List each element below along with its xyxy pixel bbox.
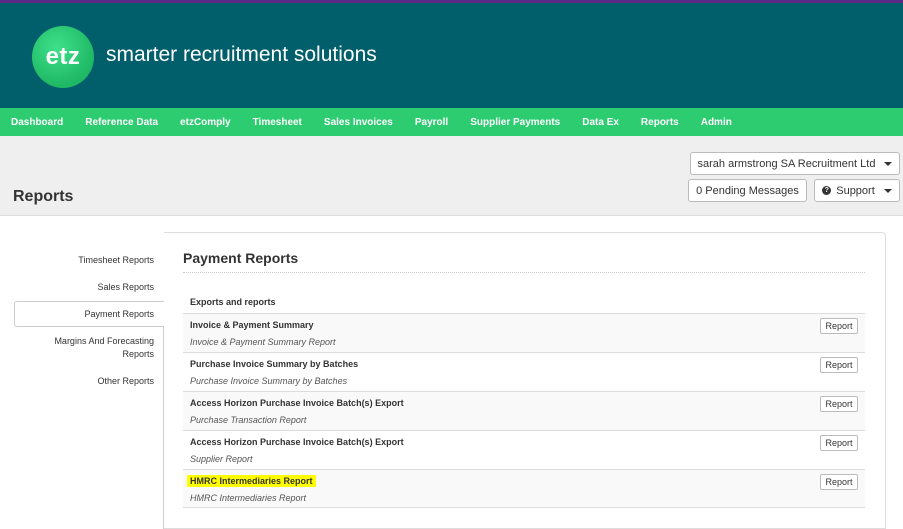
- report-title: Access Horizon Purchase Invoice Batch(s)…: [190, 437, 404, 447]
- report-subtitle: Purchase Transaction Report: [190, 415, 307, 425]
- report-subtitle: Supplier Report: [190, 454, 253, 464]
- user-account-label: sarah armstrong SA Recruitment Ltd: [697, 157, 876, 170]
- report-title-highlighted: HMRC Intermediaries Report: [187, 475, 316, 487]
- nav-reports[interactable]: Reports: [641, 117, 679, 128]
- section-divider: [183, 272, 865, 273]
- app-header: etz smarter recruitment solutions: [0, 3, 903, 108]
- user-account-dropdown[interactable]: sarah armstrong SA Recruitment Ltd: [690, 152, 900, 175]
- sidebar-item-timesheet-reports[interactable]: Timesheet Reports: [78, 254, 154, 267]
- report-button[interactable]: Report: [820, 396, 858, 412]
- report-button[interactable]: Report: [820, 357, 858, 373]
- nav-timesheet[interactable]: Timesheet: [253, 117, 302, 128]
- brand-tagline: smarter recruitment solutions: [106, 43, 377, 66]
- sidebar-item-other-reports[interactable]: Other Reports: [97, 375, 154, 388]
- table-row: HMRC Intermediaries Report HMRC Intermed…: [183, 469, 865, 508]
- table-row: Access Horizon Purchase Invoice Batch(s)…: [183, 391, 865, 430]
- page-title: Reports: [13, 188, 74, 205]
- brand-logo[interactable]: etz: [32, 26, 94, 88]
- reports-table: Invoice & Payment Summary Invoice & Paym…: [183, 313, 865, 508]
- section-title: Payment Reports: [183, 250, 299, 266]
- report-title: Purchase Invoice Summary by Batches: [190, 359, 359, 369]
- report-button[interactable]: Report: [820, 474, 858, 490]
- report-subtitle: Invoice & Payment Summary Report: [190, 337, 336, 347]
- sidebar-item-sales-reports[interactable]: Sales Reports: [97, 281, 154, 294]
- report-subtitle: HMRC Intermediaries Report: [190, 493, 307, 503]
- sidebar-item-margins-forecasting[interactable]: Margins And Forecasting Reports: [44, 335, 154, 361]
- nav-etzcomply[interactable]: etzComply: [180, 117, 231, 128]
- main-nav: Dashboard Reference Data etzComply Times…: [0, 108, 903, 136]
- report-title: Access Horizon Purchase Invoice Batch(s)…: [190, 398, 404, 408]
- chevron-down-icon: [883, 188, 892, 193]
- table-row: Invoice & Payment Summary Invoice & Paym…: [183, 313, 865, 352]
- report-button[interactable]: Report: [820, 435, 858, 451]
- report-button[interactable]: Report: [820, 318, 858, 334]
- question-icon: ?: [822, 186, 832, 195]
- report-subtitle: Purchase Invoice Summary by Batches: [190, 376, 348, 386]
- nav-data-ex[interactable]: Data Ex: [582, 117, 619, 128]
- nav-sales-invoices[interactable]: Sales Invoices: [324, 117, 393, 128]
- chevron-down-icon: [884, 161, 893, 166]
- nav-admin[interactable]: Admin: [701, 117, 732, 128]
- table-row: Access Horizon Purchase Invoice Batch(s)…: [183, 430, 865, 469]
- nav-reference-data[interactable]: Reference Data: [85, 117, 158, 128]
- report-title: Invoice & Payment Summary: [190, 320, 314, 330]
- nav-supplier-payments[interactable]: Supplier Payments: [470, 117, 560, 128]
- pending-messages-button[interactable]: 0 Pending Messages: [688, 179, 807, 202]
- support-label: Support: [836, 184, 875, 197]
- sidebar-item-payment-reports[interactable]: Payment Reports: [84, 308, 154, 321]
- support-dropdown[interactable]: ? Support: [814, 179, 900, 202]
- nav-dashboard[interactable]: Dashboard: [11, 117, 63, 128]
- nav-payroll[interactable]: Payroll: [415, 117, 448, 128]
- table-header: Exports and reports: [190, 297, 276, 307]
- pending-messages-label: 0 Pending Messages: [696, 184, 799, 197]
- table-row: Purchase Invoice Summary by Batches Purc…: [183, 352, 865, 391]
